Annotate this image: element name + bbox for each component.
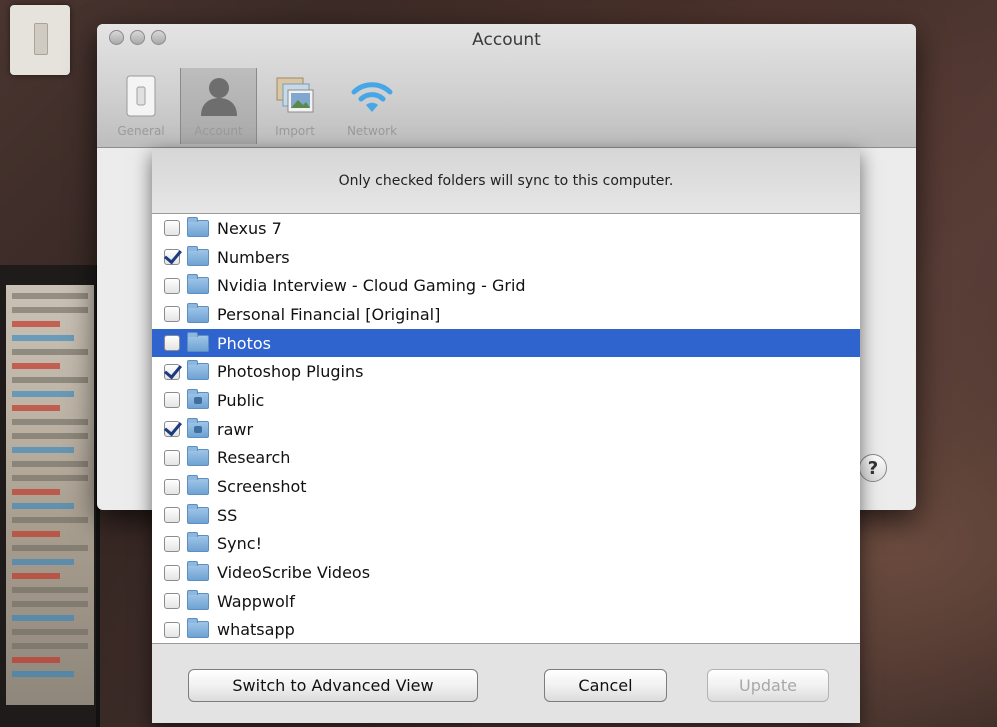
folder-name: Photoshop Plugins <box>217 362 364 382</box>
folder-checkbox[interactable] <box>164 593 180 610</box>
folder-name: Research <box>217 448 291 468</box>
folder-row[interactable]: Photoshop Plugins <box>152 357 860 386</box>
folder-icon <box>187 302 209 323</box>
folder-checkbox[interactable] <box>164 277 180 294</box>
folder-checkbox[interactable] <box>164 621 180 638</box>
folder-checkbox[interactable] <box>164 449 180 466</box>
toolbar-item-network[interactable]: Network <box>334 68 411 144</box>
folder-icon <box>187 503 209 524</box>
folder-name: rawr <box>217 419 254 439</box>
folder-icon <box>187 589 209 610</box>
folder-icon <box>187 417 209 438</box>
folder-name: Public <box>217 390 265 410</box>
folder-row[interactable]: Screenshot <box>152 472 860 501</box>
folder-checkbox[interactable] <box>164 335 180 352</box>
toolbar-label-general: General <box>117 124 165 138</box>
folder-row[interactable]: VideoScribe Videos <box>152 558 860 587</box>
window-title: Account <box>472 30 541 50</box>
folder-name: SS <box>217 505 238 525</box>
update-button: Update <box>707 669 829 702</box>
folder-icon <box>187 388 209 409</box>
folder-row[interactable]: Wappwolf <box>152 587 860 616</box>
sheet-footer: Switch to Advanced View Cancel Update <box>152 645 860 723</box>
title-bar: Account General Account Import Network <box>97 24 916 148</box>
sheet-message: Only checked folders will sync to this c… <box>152 148 860 214</box>
folder-icon <box>187 216 209 237</box>
folder-icon <box>187 331 209 352</box>
folder-checkbox[interactable] <box>164 306 180 323</box>
folder-checkbox[interactable] <box>164 507 180 524</box>
folder-row[interactable]: Personal Financial [Original] <box>152 300 860 329</box>
folder-name: Nexus 7 <box>217 218 282 238</box>
folder-icon <box>187 274 209 295</box>
switch-to-advanced-view-button[interactable]: Switch to Advanced View <box>188 669 478 702</box>
photos-icon <box>273 74 317 118</box>
folder-row[interactable]: Numbers <box>152 243 860 272</box>
folder-name: Numbers <box>217 247 290 267</box>
selective-sync-sheet: Only checked folders will sync to this c… <box>152 148 860 723</box>
folder-checkbox[interactable] <box>164 363 180 380</box>
light-switch-icon <box>119 74 163 118</box>
cancel-button[interactable]: Cancel <box>544 669 667 702</box>
folder-name: VideoScribe Videos <box>217 563 371 583</box>
toolbar-label-import: Import <box>275 124 315 138</box>
folder-row[interactable]: SS <box>152 501 860 530</box>
folder-icon <box>187 475 209 496</box>
background-monitor <box>0 265 100 727</box>
preferences-toolbar: General Account Import Network <box>103 68 411 144</box>
folder-row[interactable]: Nexus 7 <box>152 214 860 243</box>
folder-checkbox[interactable] <box>164 249 180 266</box>
folder-icon <box>187 360 209 381</box>
wall-switch-decoration <box>10 5 70 75</box>
folder-row[interactable]: whatsapp <box>152 616 860 643</box>
folder-name: whatsapp <box>217 620 295 640</box>
folder-name: Personal Financial [Original] <box>217 304 441 324</box>
folder-row[interactable]: Research <box>152 444 860 473</box>
folder-name: Wappwolf <box>217 591 295 611</box>
folder-icon <box>187 561 209 582</box>
folder-icon <box>187 532 209 553</box>
folder-checkbox[interactable] <box>164 392 180 409</box>
folder-list[interactable]: Nexus 7 Numbers Nvidia Interview - Cloud G… <box>152 214 860 644</box>
toolbar-item-import[interactable]: Import <box>257 68 334 144</box>
folder-icon <box>187 245 209 266</box>
folder-name: Screenshot <box>217 477 307 497</box>
folder-icon <box>187 446 209 467</box>
folder-name: Nvidia Interview - Cloud Gaming - Grid <box>217 276 526 296</box>
folder-name: Photos <box>217 333 271 353</box>
folder-row[interactable]: Sync! <box>152 530 860 559</box>
folder-name: Sync! <box>217 534 262 554</box>
folder-checkbox[interactable] <box>164 564 180 581</box>
folder-checkbox[interactable] <box>164 421 180 438</box>
toolbar-label-network: Network <box>346 124 398 138</box>
folder-checkbox[interactable] <box>164 220 180 237</box>
help-button[interactable]: ? <box>859 454 887 482</box>
wifi-icon <box>350 74 394 118</box>
toolbar-item-general[interactable]: General <box>103 68 180 144</box>
background-monitor-screen <box>6 285 94 705</box>
folder-checkbox[interactable] <box>164 478 180 495</box>
folder-row[interactable]: rawr <box>152 415 860 444</box>
folder-row[interactable]: Public <box>152 386 860 415</box>
toolbar-label-account: Account <box>194 124 243 138</box>
folder-icon <box>187 618 209 639</box>
folder-checkbox[interactable] <box>164 535 180 552</box>
toolbar-item-account[interactable]: Account <box>180 68 257 144</box>
folder-row[interactable]: Photos <box>152 328 860 358</box>
folder-row[interactable]: Nvidia Interview - Cloud Gaming - Grid <box>152 271 860 300</box>
user-icon <box>197 74 241 118</box>
